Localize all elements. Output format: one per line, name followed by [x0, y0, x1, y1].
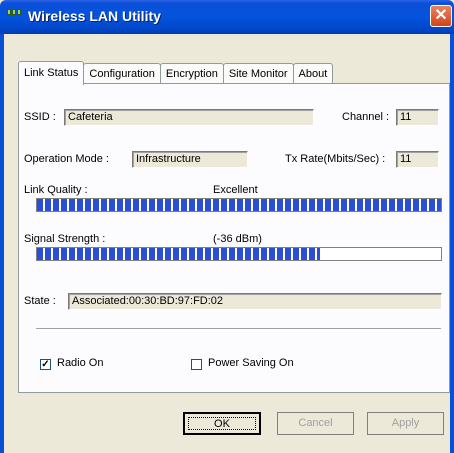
power-saving-checkbox[interactable] — [191, 359, 202, 370]
signal-strength-text: (-36 dBm) — [213, 233, 262, 245]
tab-configuration[interactable]: Configuration — [83, 63, 161, 85]
link-status-panel: SSID : Cafeteria Channel : 11 Operation … — [18, 83, 450, 393]
tab-link-status[interactable]: Link Status — [18, 61, 85, 85]
link-quality-text: Excellent — [213, 184, 258, 196]
link-quality-bar — [36, 198, 442, 212]
title-bar: Wireless LAN Utility ✕ — [0, 0, 454, 34]
tx-rate-label: Tx Rate(Mbits/Sec) : — [285, 153, 386, 165]
link-quality-fill — [37, 199, 441, 211]
state-label: State : — [24, 295, 56, 307]
cancel-button[interactable]: Cancel — [277, 412, 354, 435]
tab-encryption[interactable]: Encryption — [159, 63, 224, 85]
channel-label: Channel : — [342, 111, 390, 123]
state-value: Associated:00:30:BD:97:FD:02 — [68, 293, 442, 310]
radio-on-checkbox[interactable]: ✓ — [40, 359, 51, 370]
network-icon — [7, 9, 23, 23]
channel-value: 11 — [396, 109, 439, 126]
window-title: Wireless LAN Utility — [28, 8, 161, 24]
close-button[interactable]: ✕ — [430, 5, 452, 27]
signal-strength-fill — [37, 248, 320, 260]
apply-button[interactable]: Apply — [367, 412, 444, 435]
ok-focus-rect — [188, 417, 256, 430]
link-quality-label: Link Quality : — [24, 184, 88, 196]
ssid-label: SSID : — [24, 111, 56, 123]
tab-strip: Link Status Configuration Encryption Sit… — [18, 61, 334, 85]
radio-on-label: Radio On — [57, 357, 104, 369]
operation-mode-value: Infrastructure — [132, 151, 248, 168]
tab-site-monitor[interactable]: Site Monitor — [222, 63, 294, 85]
power-saving-label: Power Saving On — [208, 357, 294, 369]
ok-button[interactable]: OK — [183, 412, 261, 435]
signal-strength-label: Signal Strength : — [24, 233, 106, 245]
window-frame-right — [450, 34, 454, 453]
window-frame-left — [0, 34, 4, 453]
separator — [36, 328, 441, 330]
tab-about[interactable]: About — [292, 63, 334, 85]
ssid-value: Cafeteria — [64, 109, 314, 126]
signal-strength-bar — [36, 247, 442, 261]
operation-mode-label: Operation Mode : — [24, 153, 109, 165]
tx-rate-value: 11 — [396, 151, 439, 168]
